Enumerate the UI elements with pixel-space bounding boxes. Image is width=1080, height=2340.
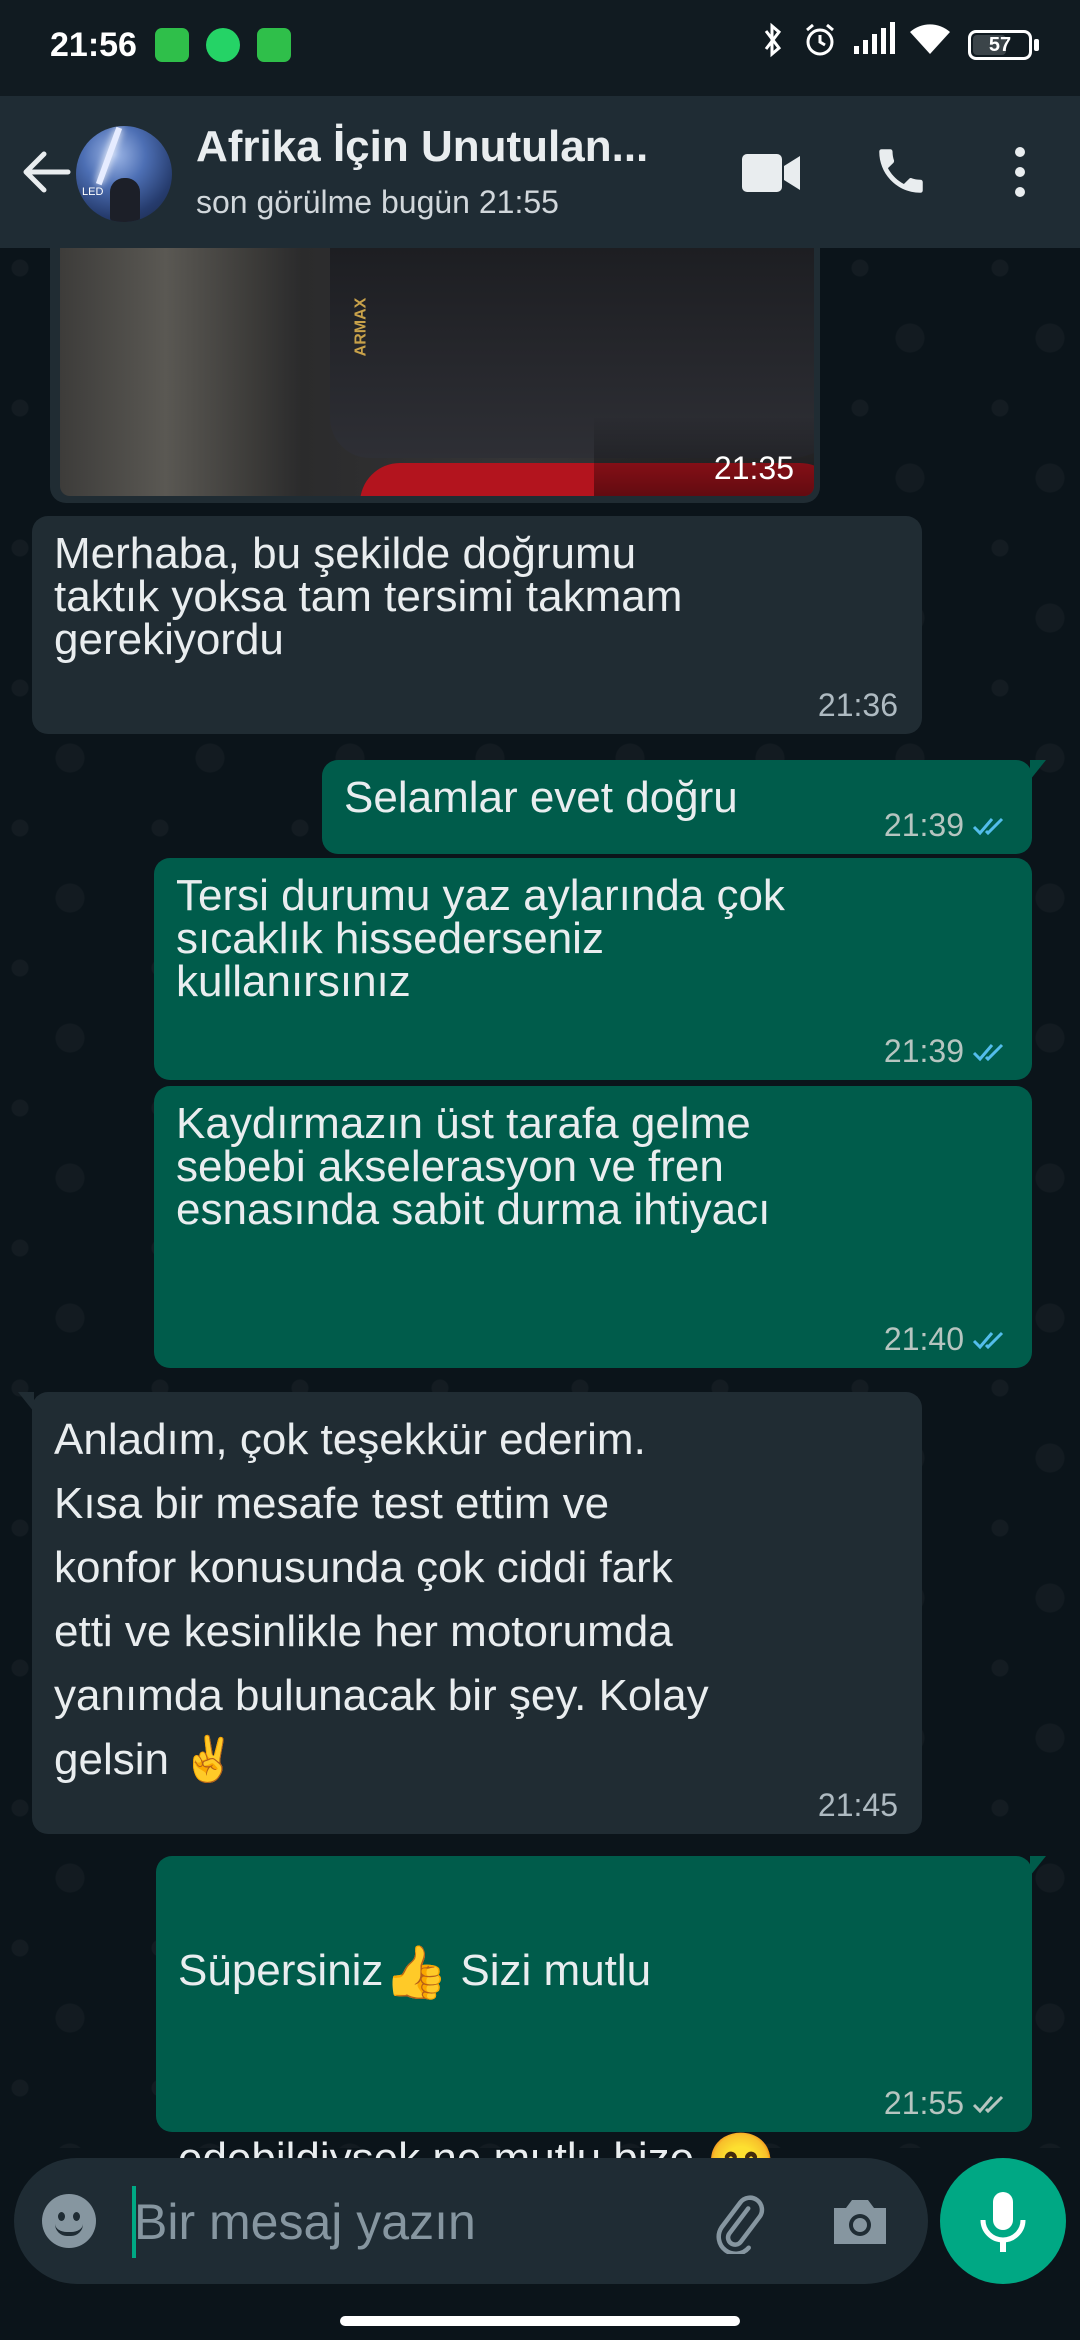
attach-button[interactable] (706, 2190, 770, 2256)
voice-message-button[interactable] (940, 2158, 1066, 2284)
message-time: 21:35 (713, 450, 794, 486)
emoji-button[interactable] (42, 2194, 96, 2248)
message-text: Anladım, çok teşekkür ederim. Kısa bir m… (54, 1415, 709, 1784)
more-options-button[interactable] (1000, 142, 1040, 202)
home-indicator[interactable] (340, 2316, 740, 2326)
chat-header: LED Afrika İçin Unutulan... son görülme … (0, 96, 1080, 248)
phone-icon (879, 149, 923, 193)
signal-icon (852, 22, 896, 65)
message-text: Merhaba, bu şekilde doğrumu taktık yoksa… (54, 529, 683, 664)
message-meta: 21:39 (884, 1033, 1008, 1070)
outgoing-message-bubble[interactable]: Selamlar evet doğru 21:39 (322, 760, 1046, 854)
message-meta: 21:36 (818, 687, 898, 724)
alarm-icon (802, 22, 838, 67)
incoming-message-bubble[interactable]: Merhaba, bu şekilde doğrumu taktık yoksa… (32, 516, 922, 734)
battery-tip (1034, 39, 1039, 51)
microphone-icon (980, 2192, 1026, 2252)
video-camera-icon (742, 154, 800, 192)
message-meta: 21:40 (884, 1321, 1008, 1358)
whatsapp-notification-icon (206, 28, 240, 62)
arrow-left-icon (23, 151, 71, 193)
status-time: 21:56 (50, 26, 137, 64)
video-call-button[interactable] (740, 148, 802, 198)
read-double-check-icon (972, 1043, 1004, 1061)
walk-notification-icon (155, 28, 189, 62)
message-time: 21:40 (883, 1321, 964, 1357)
message-text: Süpersiniz👍 Sizi mutlu edebildiysek ne m… (178, 1872, 1010, 2193)
outgoing-message-bubble[interactable]: Kaydırmazın üst tarafa gelme sebebi akse… (154, 1086, 1032, 1368)
app-notification-icon (257, 28, 291, 62)
message-text: Kaydırmazın üst tarafa gelme sebebi akse… (176, 1099, 771, 1234)
outgoing-message-bubble[interactable]: Tersi durumu yaz aylarında çok sıcaklık … (154, 858, 1032, 1080)
message-meta: 21:55 (884, 2085, 1008, 2122)
message-meta: 21:39 (884, 807, 1008, 844)
battery-indicator: 57 (968, 30, 1032, 60)
more-vertical-icon (1015, 147, 1025, 197)
contact-name[interactable]: Afrika İçin Unutulan... (196, 122, 648, 172)
motorcycle-seat-photo[interactable]: ARMAX (60, 248, 814, 496)
camera-button[interactable] (828, 2192, 892, 2252)
camera-icon (834, 2200, 886, 2244)
message-meta: 21:45 (818, 1787, 898, 1824)
incoming-message-bubble[interactable]: Anladım, çok teşekkür ederim. Kısa bir m… (18, 1392, 922, 1834)
message-text-part: Sizi mutlu (448, 1946, 652, 1995)
wifi-icon (908, 22, 952, 65)
contact-avatar[interactable]: LED (76, 126, 172, 222)
message-text: Tersi durumu yaz aylarında çok sıcaklık … (176, 871, 785, 1006)
message-input[interactable] (132, 2180, 696, 2264)
voice-call-button[interactable] (872, 142, 930, 200)
status-bar: 21:56 57 (0, 0, 1080, 96)
message-time: 21:39 (883, 1033, 964, 1069)
bluetooth-icon (762, 22, 784, 67)
message-composer (14, 2158, 928, 2284)
image-message-bubble[interactable]: ARMAX 21:35 (50, 248, 820, 503)
message-time: 21:36 (817, 687, 898, 723)
message-time: 21:39 (883, 807, 964, 843)
battery-level: 57 (988, 34, 1012, 56)
last-seen-status: son görülme bugün 21:55 (196, 184, 559, 220)
read-double-check-icon (972, 1331, 1004, 1349)
outgoing-message-bubble[interactable]: Süpersiniz👍 Sizi mutlu edebildiysek ne m… (156, 1856, 1046, 2192)
message-time: 21:55 (883, 2085, 964, 2121)
paperclip-icon (716, 2195, 765, 2256)
back-button[interactable] (18, 136, 76, 208)
thumbs-up-emoji: 👍 (383, 1944, 449, 2003)
message-time: 21:45 (817, 1787, 898, 1823)
message-text-part: Süpersiniz (178, 1946, 384, 1995)
delivered-double-check-icon (972, 2095, 1004, 2113)
read-double-check-icon (972, 817, 1004, 835)
